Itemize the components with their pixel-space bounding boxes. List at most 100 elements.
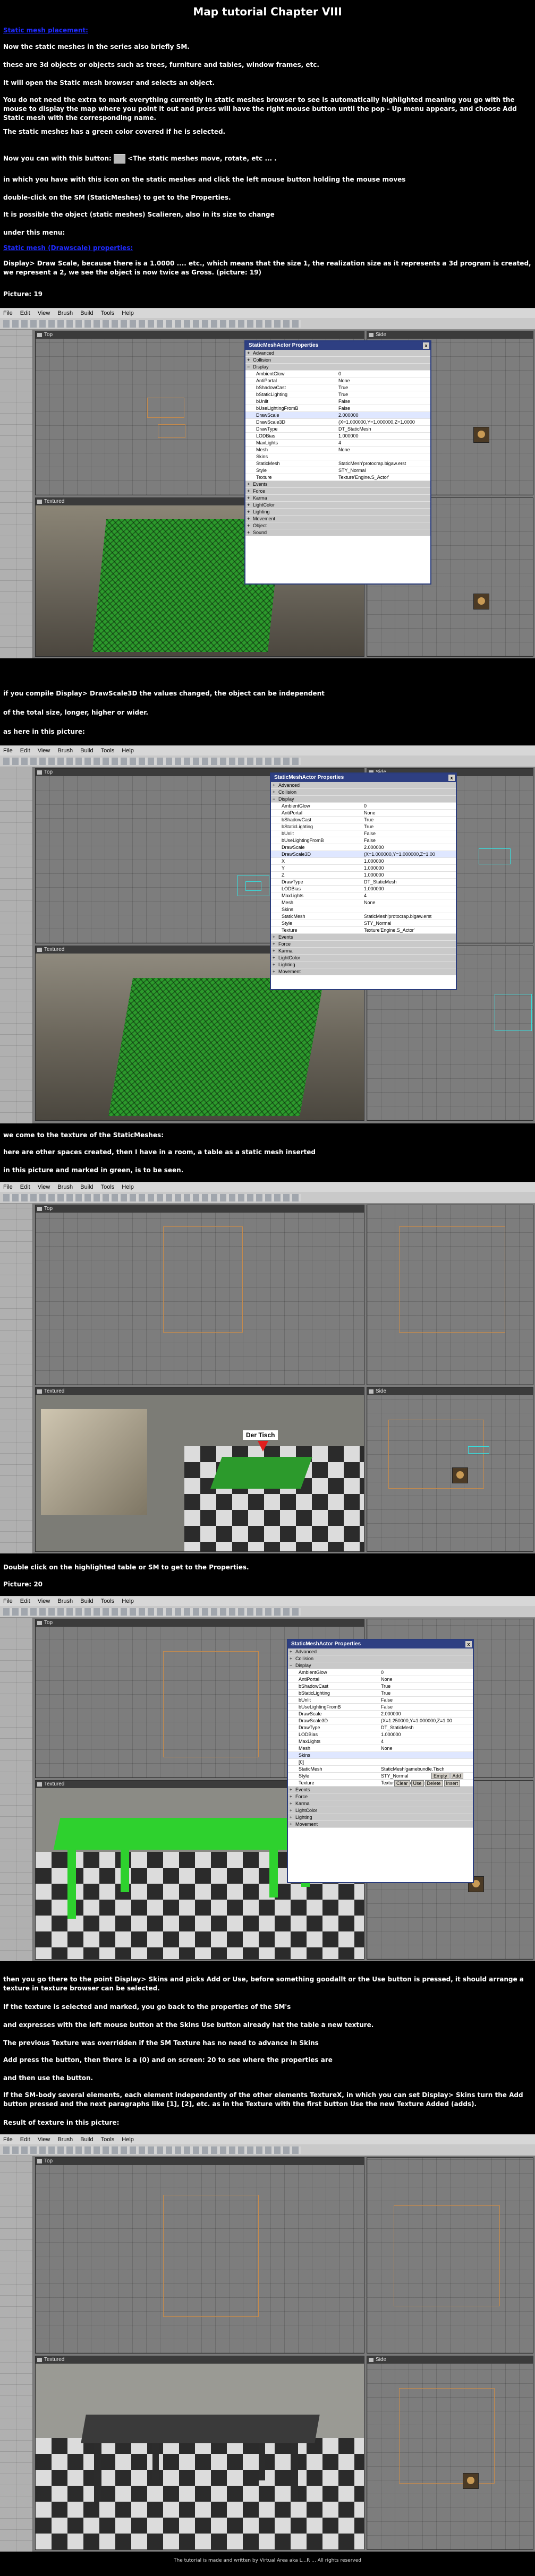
viewport-textured[interactable]: Textured Der Tisch	[35, 1387, 364, 1552]
property-value[interactable]: StaticMesh'protocrap.bigaw.erst	[338, 460, 429, 467]
property-row[interactable]: DrawType DT_StaticMesh	[288, 1724, 473, 1731]
property-row[interactable]: DrawScale3D (X=1.250000,Y=1.000000,Z=1.00	[288, 1718, 473, 1724]
property-value[interactable]: DT_StaticMesh	[381, 1724, 472, 1731]
property-row[interactable]: Texture Texture'Engine.S_Actor'	[271, 927, 456, 934]
menu-build[interactable]: Build	[80, 1184, 93, 1190]
property-row[interactable]: DrawType DT_StaticMesh	[271, 879, 456, 886]
menu-help[interactable]: Help	[122, 1598, 134, 1604]
property-row[interactable]: MaxLights 4	[245, 440, 430, 446]
table-top[interactable]	[53, 1818, 316, 1850]
selected-static-mesh[interactable]	[108, 978, 324, 1116]
property-value[interactable]: False	[364, 837, 455, 844]
property-value[interactable]: (X=1.000000,Y=1.000000,Z=1.0000	[338, 419, 429, 426]
property-value[interactable]: StaticMesh'protocrap.bigaw.erst	[364, 913, 455, 920]
skins-clear-button[interactable]: Clear	[394, 1780, 410, 1787]
property-row[interactable]: bUnlit False	[245, 398, 430, 405]
viewport-right[interactable]	[367, 1205, 533, 1385]
table-top[interactable]	[81, 2415, 320, 2443]
static-mesh-link[interactable]: Static mesh placement:	[3, 27, 88, 34]
property-row[interactable]: bShadowCast True	[288, 1683, 473, 1690]
menu-edit[interactable]: Edit	[20, 1184, 30, 1190]
property-row[interactable]: Style STY_Normal	[245, 467, 430, 474]
property-row[interactable]: StaticMesh StaticMesh'gamebundle.Tisch	[288, 1766, 473, 1773]
property-category[interactable]: Lighting	[271, 961, 456, 968]
property-value[interactable]: True	[364, 823, 455, 830]
skins-use-button[interactable]: Use	[411, 1780, 424, 1787]
editor-tool-panel[interactable]	[0, 1618, 33, 1961]
property-value[interactable]: 0	[338, 371, 429, 377]
editor-toolbar[interactable]	[0, 1192, 535, 1204]
property-value[interactable]: None	[381, 1676, 472, 1683]
property-row[interactable]: DrawScale 2.000000	[245, 412, 430, 419]
property-row[interactable]: AmbientGlow 0	[288, 1669, 473, 1676]
property-category[interactable]: Sound	[245, 529, 430, 536]
property-row[interactable]: Skins	[271, 906, 456, 913]
property-row[interactable]: Mesh None	[288, 1745, 473, 1752]
menu-help[interactable]: Help	[122, 310, 134, 316]
property-value[interactable]: STY_Normal	[338, 467, 429, 474]
property-value[interactable]: False	[364, 830, 455, 837]
menu-file[interactable]: File	[3, 748, 13, 754]
menu-edit[interactable]: Edit	[20, 748, 30, 754]
property-value[interactable]: 0	[381, 1669, 472, 1676]
skins-delete-button[interactable]: Delete	[424, 1780, 443, 1787]
viewport-textured[interactable]: Textured	[35, 2356, 364, 2550]
property-category[interactable]: Events	[245, 481, 430, 488]
property-row[interactable]: bShadowCast True	[245, 384, 430, 391]
menu-edit[interactable]: Edit	[20, 1598, 30, 1604]
property-row[interactable]: bStaticLighting True	[288, 1690, 473, 1697]
menu-view[interactable]: View	[38, 748, 50, 754]
property-row[interactable]: StaticMesh StaticMesh'protocrap.bigaw.ers…	[245, 460, 430, 467]
property-value[interactable]: 4	[381, 1738, 472, 1745]
properties-list[interactable]: AdvancedCollisionDisplayAmbientGlow0Anti…	[245, 350, 430, 536]
property-value[interactable]: 1.000000	[381, 1731, 472, 1738]
close-button[interactable]: x	[448, 775, 455, 781]
property-category[interactable]: Advanced	[245, 350, 430, 357]
menu-edit[interactable]: Edit	[20, 2136, 30, 2143]
skins-add-button[interactable]: Add	[450, 1773, 463, 1779]
property-value[interactable]: None	[364, 899, 455, 906]
property-value[interactable]: (X=1.000000,Y=1.000000,Z=1.00	[364, 851, 455, 858]
property-category[interactable]: Events	[288, 1787, 473, 1793]
menu-edit[interactable]: Edit	[20, 310, 30, 316]
editor-toolbar[interactable]	[0, 2144, 535, 2156]
property-value[interactable]: 1.000000	[338, 433, 429, 440]
editor-toolbar[interactable]	[0, 1606, 535, 1618]
property-row[interactable]: bStaticLighting True	[245, 391, 430, 398]
property-row[interactable]: LODBias 1.000000	[271, 886, 456, 892]
property-category[interactable]: Karma	[271, 948, 456, 955]
property-row[interactable]: DrawScale3D (X=1.000000,Y=1.000000,Z=1.00…	[245, 419, 430, 426]
property-row[interactable]: Skins	[288, 1752, 473, 1759]
property-value[interactable]: 2.000000	[338, 412, 429, 419]
menu-view[interactable]: View	[38, 1184, 50, 1190]
menu-tools[interactable]: Tools	[101, 310, 115, 316]
property-row[interactable]: DrawScale 2.000000	[271, 844, 456, 851]
property-value[interactable]: None	[338, 446, 429, 453]
property-category[interactable]: Force	[245, 488, 430, 495]
menu-tools[interactable]: Tools	[101, 2136, 115, 2143]
property-category[interactable]: LightColor	[245, 502, 430, 509]
property-value[interactable]: True	[381, 1683, 472, 1690]
property-category[interactable]: Karma	[245, 495, 430, 502]
property-value[interactable]: False	[381, 1704, 472, 1711]
property-row[interactable]: AmbientGlow 0	[271, 803, 456, 810]
property-category[interactable]: Display	[271, 796, 456, 803]
property-value[interactable]: DT_StaticMesh	[364, 879, 455, 886]
property-value[interactable]: None	[338, 377, 429, 384]
property-row[interactable]: Mesh None	[245, 446, 430, 453]
menu-view[interactable]: View	[38, 2136, 50, 2143]
property-category[interactable]: Events	[271, 934, 456, 941]
editor-tool-panel[interactable]	[0, 2156, 33, 2552]
property-value[interactable]: True	[338, 391, 429, 398]
drawscale-menu-link[interactable]: Static mesh (Drawscale) properties:	[3, 244, 133, 252]
property-row[interactable]: DrawType DT_StaticMesh	[245, 426, 430, 433]
close-button[interactable]: x	[423, 342, 429, 349]
property-row[interactable]: AntiPortal None	[245, 377, 430, 384]
property-row[interactable]: LODBias 1.000000	[288, 1731, 473, 1738]
menu-build[interactable]: Build	[80, 310, 93, 316]
property-row[interactable]: MaxLights 4	[288, 1738, 473, 1745]
property-category[interactable]: Movement	[271, 968, 456, 975]
menu-tools[interactable]: Tools	[101, 1184, 115, 1190]
menu-brush[interactable]: Brush	[57, 2136, 73, 2143]
property-value[interactable]: False	[338, 398, 429, 405]
